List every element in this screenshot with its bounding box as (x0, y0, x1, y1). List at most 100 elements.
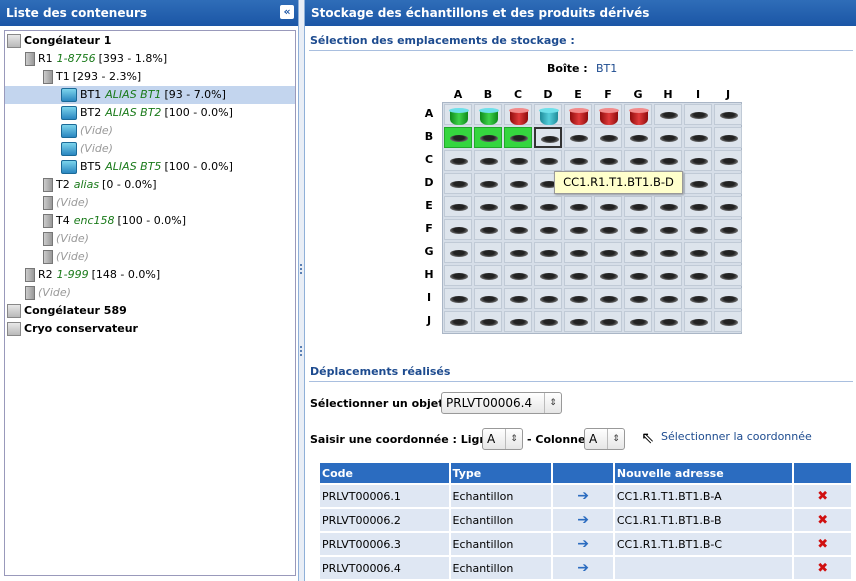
storage-cell[interactable] (534, 196, 562, 217)
storage-cell[interactable] (474, 104, 502, 125)
storage-cell[interactable] (684, 104, 712, 125)
storage-cell[interactable] (444, 196, 472, 217)
tree-node[interactable]: R1 1-8756 [393 - 1.8%] (25, 50, 167, 68)
storage-cell[interactable] (684, 242, 712, 263)
storage-cell[interactable] (444, 219, 472, 240)
storage-cell[interactable] (714, 219, 742, 240)
double-chevron-left-icon[interactable]: « (280, 5, 294, 19)
storage-cell[interactable] (504, 311, 532, 332)
storage-cell[interactable] (474, 150, 502, 171)
storage-cell[interactable] (714, 265, 742, 286)
storage-cell[interactable] (444, 265, 472, 286)
storage-cell[interactable] (564, 311, 592, 332)
storage-cell[interactable] (624, 104, 652, 125)
storage-cell[interactable] (594, 104, 622, 125)
storage-cell[interactable] (594, 150, 622, 171)
storage-cell[interactable] (654, 311, 682, 332)
storage-cell[interactable] (444, 242, 472, 263)
storage-cell[interactable] (474, 311, 502, 332)
storage-cell[interactable] (624, 219, 652, 240)
tree-node[interactable]: Congélateur 589 (7, 302, 127, 320)
storage-cell[interactable] (654, 104, 682, 125)
storage-cell[interactable] (534, 265, 562, 286)
storage-cell[interactable] (624, 265, 652, 286)
object-select[interactable]: PRLVT00006.4 ⇕ (441, 392, 562, 414)
storage-cell[interactable] (654, 219, 682, 240)
tree-node[interactable]: Congélateur 1 (7, 32, 111, 50)
storage-cell[interactable] (654, 288, 682, 309)
storage-cell[interactable] (474, 242, 502, 263)
storage-cell[interactable] (654, 265, 682, 286)
storage-cell[interactable] (534, 104, 562, 125)
select-coordinate-link[interactable]: Sélectionner la coordonnée (661, 430, 812, 443)
row-select[interactable]: A ⇕ (482, 428, 523, 450)
storage-cell[interactable] (474, 288, 502, 309)
storage-cell[interactable] (474, 265, 502, 286)
storage-cell[interactable] (684, 288, 712, 309)
storage-cell[interactable] (714, 150, 742, 171)
arrow-right-icon[interactable]: ➔ (553, 557, 613, 579)
storage-cell[interactable] (714, 173, 742, 194)
tree-node[interactable]: R2 1-999 [148 - 0.0%] (25, 266, 160, 284)
storage-cell[interactable] (684, 311, 712, 332)
storage-cell[interactable] (534, 311, 562, 332)
storage-cell[interactable] (684, 127, 712, 148)
tree-node[interactable]: Cryo conservateur (7, 320, 138, 338)
storage-cell[interactable] (684, 219, 712, 240)
storage-cell[interactable] (474, 196, 502, 217)
storage-cell[interactable] (504, 196, 532, 217)
storage-cell[interactable] (564, 104, 592, 125)
storage-cell[interactable] (684, 150, 712, 171)
storage-cell[interactable] (534, 127, 562, 148)
storage-cell[interactable] (594, 288, 622, 309)
storage-cell[interactable] (654, 127, 682, 148)
storage-cell[interactable] (654, 242, 682, 263)
storage-cell[interactable] (444, 150, 472, 171)
tree-node[interactable]: T1 [293 - 2.3%] (43, 68, 141, 86)
arrow-right-icon[interactable]: ➔ (553, 485, 613, 507)
storage-cell[interactable] (654, 150, 682, 171)
storage-cell[interactable] (594, 127, 622, 148)
storage-cell[interactable] (564, 242, 592, 263)
tree-node[interactable]: BT5 ALIAS BT5 [100 - 0.0%] (61, 158, 233, 176)
storage-cell[interactable] (444, 311, 472, 332)
delete-icon[interactable]: ✖ (794, 509, 851, 531)
storage-cell[interactable] (624, 242, 652, 263)
tree-node[interactable]: BT2 ALIAS BT2 [100 - 0.0%] (61, 104, 233, 122)
storage-cell[interactable] (684, 265, 712, 286)
storage-cell[interactable] (714, 196, 742, 217)
storage-cell[interactable] (624, 288, 652, 309)
storage-cell[interactable] (564, 265, 592, 286)
storage-cell[interactable] (684, 173, 712, 194)
storage-cell[interactable] (624, 127, 652, 148)
storage-cell[interactable] (504, 265, 532, 286)
delete-icon[interactable]: ✖ (794, 533, 851, 555)
storage-cell[interactable] (624, 311, 652, 332)
storage-cell[interactable] (594, 196, 622, 217)
storage-cell[interactable] (534, 288, 562, 309)
storage-cell[interactable] (504, 288, 532, 309)
storage-cell[interactable] (564, 288, 592, 309)
tree-node[interactable]: (Vide) (61, 140, 113, 158)
storage-cell[interactable] (504, 127, 532, 148)
storage-cell[interactable] (444, 173, 472, 194)
column-select[interactable]: A ⇕ (584, 428, 625, 450)
storage-cell[interactable] (594, 265, 622, 286)
storage-cell[interactable] (504, 242, 532, 263)
tree-node[interactable]: (Vide) (61, 122, 113, 140)
storage-cell[interactable] (444, 288, 472, 309)
storage-cell[interactable] (594, 311, 622, 332)
storage-cell[interactable] (624, 150, 652, 171)
tree-node[interactable]: T2 alias [0 - 0.0%] (43, 176, 157, 194)
tree-node[interactable]: (Vide) (43, 248, 89, 266)
storage-cell[interactable] (714, 311, 742, 332)
storage-cell[interactable] (594, 242, 622, 263)
storage-cell[interactable] (654, 196, 682, 217)
storage-cell[interactable] (684, 196, 712, 217)
storage-cell[interactable] (594, 219, 622, 240)
storage-cell[interactable] (474, 219, 502, 240)
storage-cell[interactable] (474, 173, 502, 194)
tree-node[interactable]: T4 enc158 [100 - 0.0%] (43, 212, 186, 230)
storage-cell[interactable] (624, 196, 652, 217)
storage-cell[interactable] (534, 242, 562, 263)
